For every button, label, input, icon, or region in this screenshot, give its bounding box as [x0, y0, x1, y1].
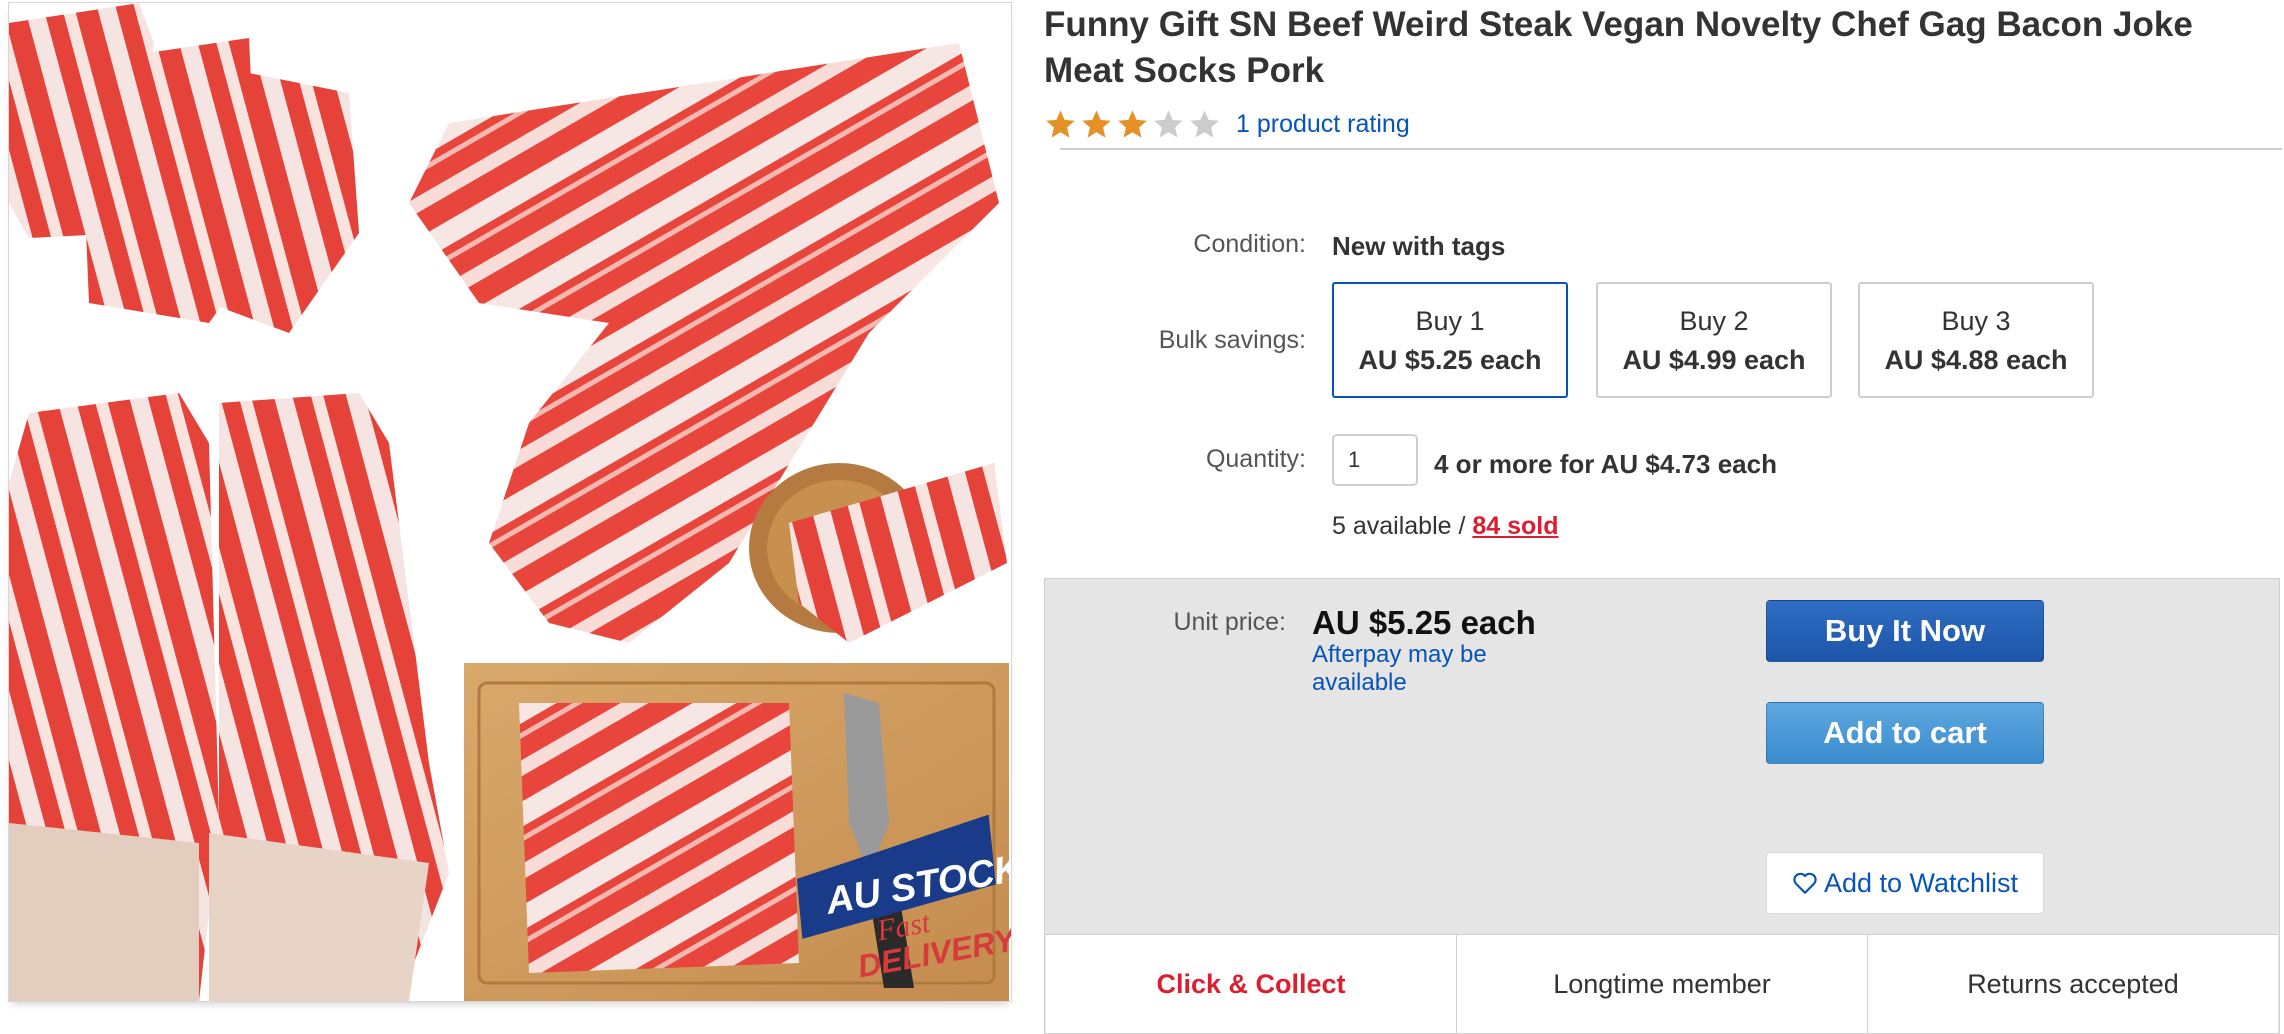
heart-icon [1793, 872, 1817, 894]
watchlist-label: Add to Watchlist [1823, 867, 2019, 898]
bulk-option-qty: Buy 1 [1415, 306, 1485, 336]
buy-it-now-button[interactable]: Buy It Now [1766, 600, 2044, 662]
bulk-option-buy-2[interactable]: Buy 2 AU $4.99 each [1596, 282, 1832, 398]
star-filled-icon [1082, 109, 1111, 138]
quantity-input[interactable] [1332, 434, 1418, 486]
bulk-option-buy-1[interactable]: Buy 1 AU $5.25 each [1332, 282, 1568, 398]
unit-price: AU $5.25 each [1312, 604, 1536, 641]
star-filled-icon [1118, 109, 1147, 138]
bulk-option-price: AU $4.99 each [1622, 345, 1806, 375]
add-to-watchlist-button[interactable]: Add to Watchlist [1766, 852, 2044, 914]
product-image[interactable]: AU STOCK Fast DELIVERY [8, 2, 1012, 1002]
quantity-label: Quantity: [1205, 445, 1306, 473]
feature-longtime-member: Longtime member [1457, 935, 1868, 1033]
product-title: Funny Gift SN Beef Weird Steak Vegan Nov… [1044, 5, 2193, 90]
availability: 5 available / 84 sold [1332, 512, 1559, 541]
divider [1060, 148, 2282, 150]
bulk-option-price: AU $5.25 each [1358, 345, 1542, 375]
bulk-option-buy-3[interactable]: Buy 3 AU $4.88 each [1858, 282, 2094, 398]
product-photo: AU STOCK Fast DELIVERY [9, 3, 1011, 1001]
product-rating-link[interactable]: 1 product rating [1236, 110, 1410, 139]
star-empty-icon [1190, 109, 1219, 138]
condition-value: New with tags [1332, 231, 1506, 261]
star-filled-icon [1046, 109, 1075, 138]
bulk-option-price: AU $4.88 each [1884, 345, 2068, 375]
afterpay-link[interactable]: Afterpay may be available [1312, 641, 1532, 697]
rating-row: 1 product rating [1044, 104, 1410, 144]
feature-returns-accepted: Returns accepted [1967, 968, 2179, 999]
star-rating [1044, 108, 1224, 141]
feature-click-and-collect: Click & Collect [1046, 935, 1457, 1033]
unit-price-label: Unit price: [1173, 608, 1286, 636]
bulk-option-qty: Buy 3 [1941, 306, 2011, 336]
sold-count-link[interactable]: 84 sold [1472, 512, 1558, 540]
bulk-savings-label: Bulk savings: [1158, 326, 1306, 354]
star-empty-icon [1154, 109, 1183, 138]
quantity-offer: 4 or more for AU $4.73 each [1434, 449, 1777, 479]
feature-bar: Click & Collect Longtime member Returns … [1046, 934, 2278, 1033]
bulk-option-qty: Buy 2 [1679, 306, 1749, 336]
condition-label: Condition: [1193, 230, 1306, 258]
available-count: 5 available / [1332, 512, 1473, 540]
add-to-cart-button[interactable]: Add to cart [1766, 702, 2044, 764]
